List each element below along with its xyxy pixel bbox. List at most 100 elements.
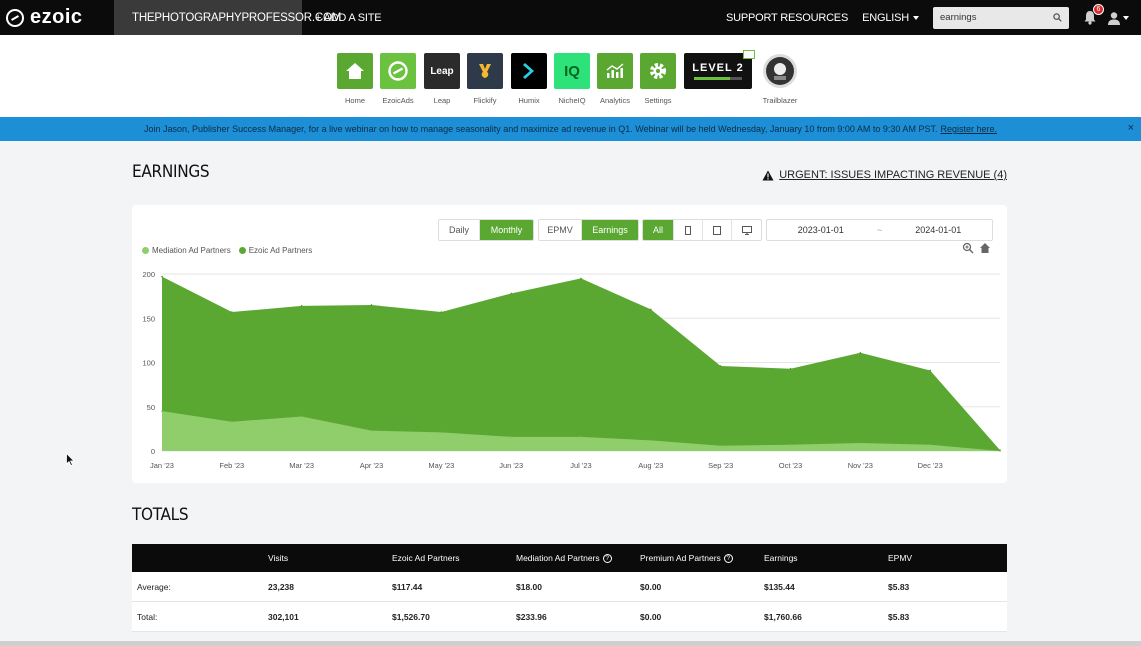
table-row: Total: 302,101 $1,526.70 $233.96 $0.00 $… [132, 602, 1007, 632]
app-settings[interactable]: Settings [640, 53, 676, 105]
point-mediation [370, 429, 373, 432]
chart-tools [962, 242, 991, 254]
level-progress[interactable]: LEVEL 2 [684, 50, 755, 89]
support-label: SUPPORT RESOURCES [725, 11, 849, 24]
point-ezoic [161, 275, 163, 278]
app-home[interactable]: Home [337, 53, 373, 105]
language-dropdown[interactable]: ENGLISH [862, 12, 919, 24]
column-header-label: Premium Ad Partners [640, 553, 721, 563]
daily-button[interactable]: Daily [439, 220, 480, 240]
urgent-issues-link[interactable]: URGENT: ISSUES IMPACTING REVENUE (4) [762, 169, 1007, 181]
site-selector[interactable]: THEPHOTOGRAPHYPROFESSOR.COM [114, 0, 341, 35]
help-icon[interactable]: ? [602, 553, 612, 563]
monthly-button[interactable]: Monthly [480, 220, 533, 240]
home-icon [337, 53, 373, 89]
level-progress-fill [694, 77, 730, 80]
point-mediation [999, 450, 1001, 452]
x-tick-label: Sep '23 [708, 461, 733, 470]
chart-legend: Mediation Ad Partners Ezoic Ad Partners [142, 246, 312, 255]
end-date[interactable]: 2024-01-01 [884, 225, 992, 235]
legend-item-ezoic[interactable]: Ezoic Ad Partners [238, 246, 312, 255]
x-tick-label: Oct '23 [779, 461, 803, 470]
banner-text: Join Jason, Publisher Success Manager, f… [144, 124, 938, 134]
all-devices-button[interactable]: All [643, 220, 674, 240]
add-site-link[interactable]: + ADD A SITE [315, 12, 382, 24]
search-input[interactable] [940, 12, 1040, 23]
column-header: Ezoic Ad Partners [392, 553, 460, 563]
desktop-button[interactable] [732, 220, 761, 240]
desktop-icon [741, 225, 752, 235]
column-header-label: Mediation Ad Partners [516, 553, 600, 563]
brand-name: ezoic [30, 6, 83, 28]
legend-item-mediation[interactable]: Mediation Ad Partners [142, 246, 231, 255]
announcement-banner: Join Jason, Publisher Success Manager, f… [0, 117, 1141, 141]
mouse-cursor-icon [66, 453, 75, 466]
point-mediation [300, 415, 303, 418]
legend-dot [142, 247, 149, 254]
app-flickify[interactable]: Flickify [467, 53, 503, 105]
user-menu[interactable] [1107, 11, 1129, 25]
y-tick-label: 100 [142, 359, 155, 368]
y-tick-label: 0 [151, 447, 155, 456]
register-link[interactable]: Register here. [940, 124, 997, 134]
point-mediation [929, 444, 931, 446]
table-cell: 23,238 [268, 581, 294, 592]
point-ezoic [510, 292, 512, 295]
leap-tile-text: Leap [430, 65, 454, 77]
point-ezoic [580, 277, 582, 280]
app-analytics[interactable]: Analytics [597, 53, 633, 105]
y-tick-label: 150 [142, 314, 155, 323]
x-tick-label: Dec '23 [918, 461, 943, 470]
language-label: ENGLISH [862, 11, 909, 24]
epmv-button[interactable]: EPMV [539, 220, 582, 240]
ezoic-ads-icon [380, 53, 416, 89]
tablet-button[interactable] [703, 220, 732, 240]
start-date[interactable]: 2023-01-01 [767, 225, 875, 235]
ezoic-logo[interactable]: ezoic [0, 0, 114, 35]
date-range-picker[interactable]: 2023-01-01 ~ 2024-01-01 [766, 219, 993, 241]
close-icon[interactable]: × [1128, 122, 1134, 134]
apps-bar: Home EzoicAds Leap Leap Flickify Humix I… [0, 35, 1141, 117]
point-mediation [719, 444, 722, 447]
chevron-down-icon [913, 15, 919, 20]
point-ezoic [300, 305, 303, 307]
point-ezoic [789, 367, 792, 370]
search-icon[interactable] [1053, 13, 1062, 22]
notifications-button[interactable]: 6 [1079, 3, 1104, 29]
search-box [933, 6, 1069, 29]
table-cell: $0.00 [640, 581, 662, 592]
column-header: Premium Ad Partners? [640, 553, 764, 563]
reset-zoom-home-icon[interactable] [979, 242, 991, 254]
point-mediation [650, 439, 652, 442]
table-cell: $18.00 [516, 581, 542, 592]
support-resources-link[interactable]: SUPPORT RESOURCES [726, 12, 848, 24]
app-leap[interactable]: Leap Leap [424, 53, 460, 105]
x-tick-label: Jul '23 [570, 461, 591, 470]
leap-icon: Leap [424, 53, 460, 89]
point-ezoic [859, 351, 862, 354]
point-ezoic [650, 308, 652, 311]
mobile-button[interactable] [674, 220, 703, 240]
table-cell: $1,760.66 [764, 611, 802, 622]
app-ezoicads[interactable]: EzoicAds [380, 53, 416, 105]
table-row: Average: 23,238 $117.44 $18.00 $0.00 $13… [132, 572, 1007, 602]
zoom-icon[interactable] [962, 242, 974, 254]
table-cell: $233.96 [516, 611, 547, 622]
totals-title: TOTALS [132, 505, 189, 525]
earnings-area-chart: 0 50 100 150 200 Jan '23 Feb '23 Mar '23 Apr '23… [142, 270, 1001, 470]
help-icon[interactable]: ? [723, 553, 733, 563]
column-header: Visits [268, 553, 289, 563]
app-trailblazer[interactable]: Trailblazer [762, 53, 798, 105]
app-humix[interactable]: Humix [511, 53, 547, 105]
notification-count-badge: 6 [1093, 3, 1104, 15]
top-nav: ezoic THEPHOTOGRAPHYPROFESSOR.COM + ADD … [0, 0, 1141, 35]
table-cell: $1,526.70 [392, 611, 430, 622]
app-label: Trailblazer [762, 96, 798, 105]
table-cell: $117.44 [392, 581, 423, 592]
level-badge: LEVEL 2 [684, 50, 755, 89]
point-ezoic [929, 369, 931, 372]
earnings-button[interactable]: Earnings [582, 220, 638, 240]
app-nicheiq[interactable]: IQ NicheIQ [554, 53, 590, 105]
app-label: Settings [644, 96, 672, 105]
totals-table: Visits Ezoic Ad Partners Mediation Ad Pa… [132, 544, 1007, 632]
